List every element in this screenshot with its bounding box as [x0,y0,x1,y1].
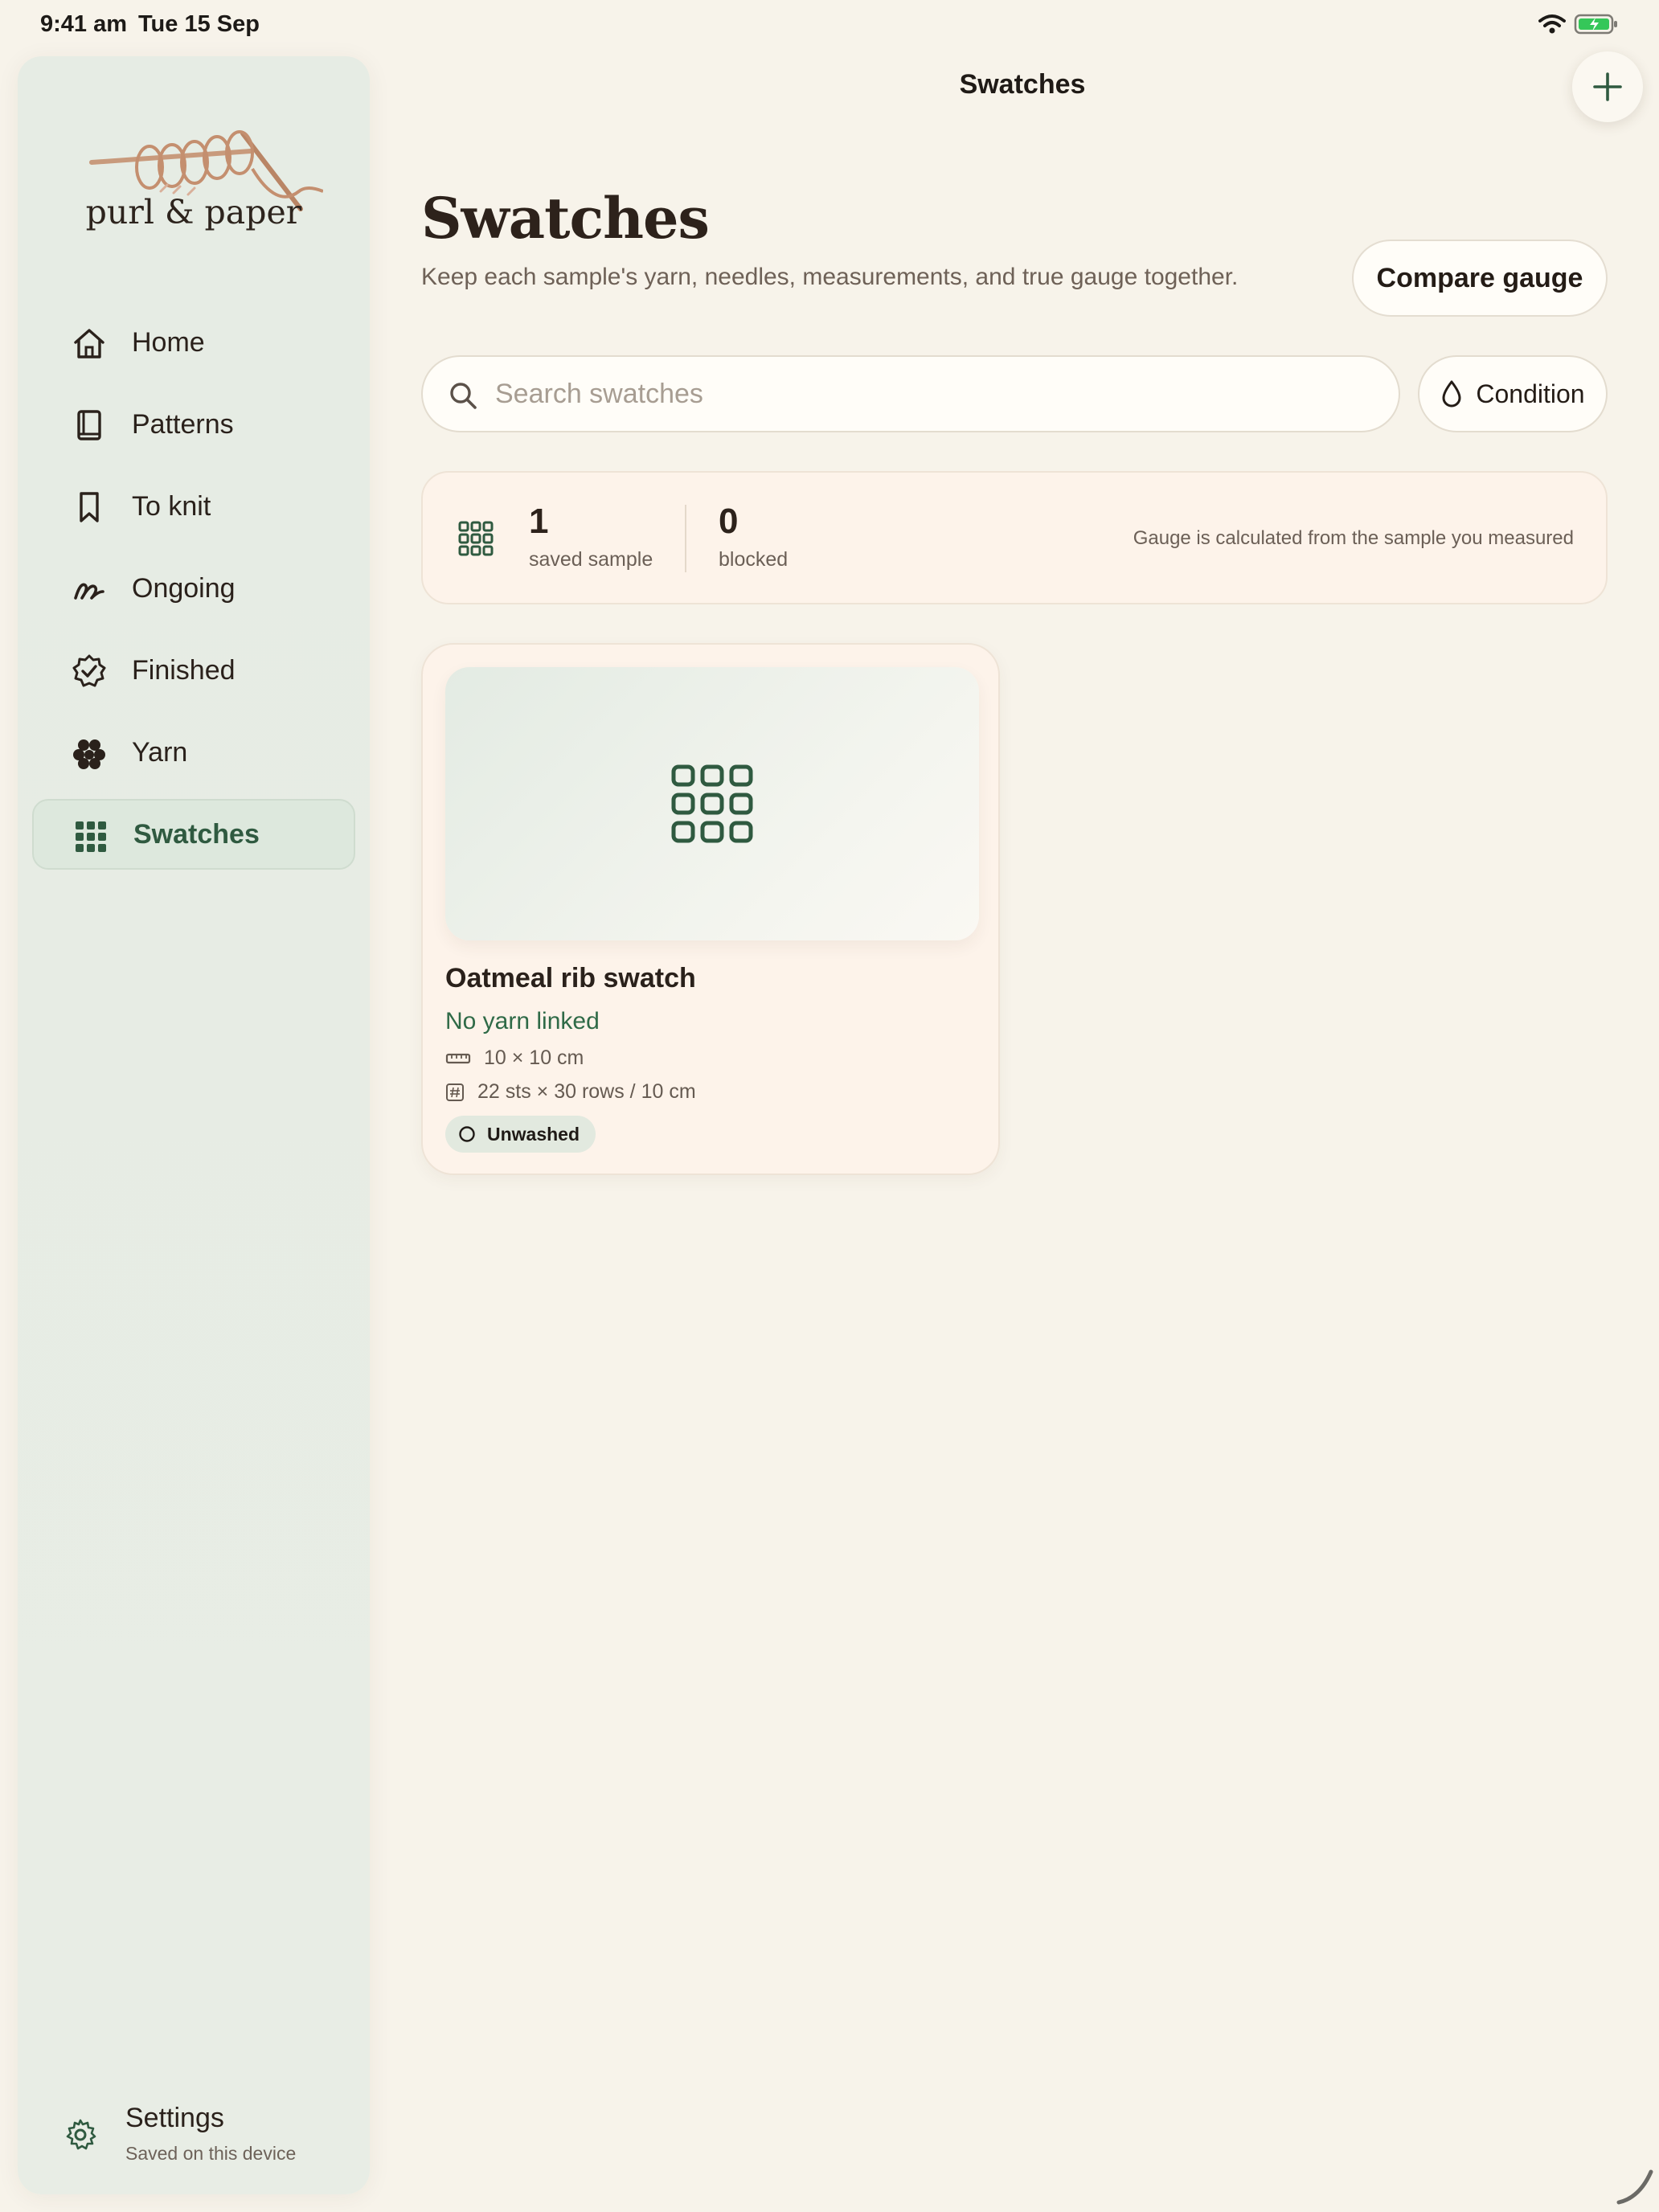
stats-note: Gauge is calculated from the sample you … [1133,527,1574,549]
bookmark-icon [71,489,108,526]
swatch-size-text: 10 × 10 cm [484,1047,584,1069]
status-icons [1538,13,1619,35]
stat-blocked-label: blocked [719,548,789,571]
search-bar [421,355,1400,432]
scribble-icon [71,571,108,608]
yarn-balls-icon [71,735,108,772]
grid-icon [72,818,109,855]
sidebar-item-label: Swatches [133,818,260,850]
search-icon [450,383,477,409]
swatch-grid-icon [458,521,494,556]
search-input[interactable] [495,371,1379,416]
stat-blocked: 0 blocked [719,502,788,571]
battery-charging-icon [1574,14,1617,35]
sidebar-nav: Home Patterns To knit Ongoing Finished Y… [32,307,355,881]
swatch-size: 10 × 10 cm [445,1047,584,1070]
sidebar-item-label: To knit [132,490,211,522]
topbar-title: Swatches [959,69,1086,100]
home-icon [71,325,108,362]
compare-gauge-button[interactable]: Compare gauge [1352,240,1608,317]
droplet-icon [1442,380,1461,408]
swatch-yarn-link: No yarn linked [445,1008,600,1034]
pencil-indicator-icon [1616,2169,1653,2205]
sidebar-item-label: Ongoing [132,572,236,604]
swatch-gauge-text: 22 sts × 30 rows / 10 cm [477,1080,696,1103]
sidebar-item-ongoing[interactable]: Ongoing [32,553,355,624]
status-badge: Unwashed [445,1116,596,1153]
circle-icon [459,1126,475,1142]
ruler-icon [445,1053,471,1063]
settings-button[interactable]: Settings Saved on this device [43,2095,349,2175]
settings-title: Settings [125,2103,224,2133]
sidebar-item-label: Yarn [132,736,188,768]
stats-summary: 1 saved sample 0 blocked Gauge is calcul… [421,471,1608,604]
settings-subtitle: Saved on this device [125,2143,297,2164]
gear-icon [63,2117,98,2153]
stats-divider [685,505,686,572]
add-swatch-button[interactable] [1572,51,1643,122]
swatch-gauge: 22 sts × 30 rows / 10 cm [445,1080,696,1104]
brand-name: purl & paper [85,193,302,231]
stat-saved-count: 1 [529,502,549,541]
sidebar-item-patterns[interactable]: Patterns [32,389,355,460]
hash-square-icon [446,1083,464,1101]
sidebar-item-label: Patterns [132,408,234,440]
status-badge-label: Unwashed [487,1123,580,1145]
page-subtitle: Keep each sample's yarn, needles, measur… [421,264,1239,290]
condition-filter-button[interactable]: Condition [1418,355,1608,432]
swatch-thumbnail [445,667,979,940]
check-badge-icon [71,653,108,690]
swatch-card[interactable]: Oatmeal rib swatch No yarn linked 10 × 1… [421,643,1000,1175]
stat-saved: 1 saved sample [529,502,653,571]
sidebar-item-swatches[interactable]: Swatches [32,799,355,870]
sidebar-item-yarn[interactable]: Yarn [32,717,355,788]
plus-icon [1593,72,1622,101]
book-icon [71,407,108,444]
sidebar: purl & paper Home Patterns To knit Ongoi… [18,56,370,2194]
swatch-placeholder-icon [671,764,753,843]
stat-saved-label: saved sample [529,548,653,571]
stat-blocked-count: 0 [719,502,739,541]
sidebar-item-to-knit[interactable]: To knit [32,471,355,542]
status-bar: 9:41 am Tue 15 Sep [0,0,1659,51]
sidebar-item-home[interactable]: Home [32,307,355,378]
condition-filter-label: Condition [1476,379,1585,408]
status-date: Tue 15 Sep [138,11,260,37]
sidebar-item-finished[interactable]: Finished [32,635,355,706]
sidebar-item-label: Finished [132,654,236,686]
page-title: Swatches [421,185,710,252]
wifi-icon [1538,14,1566,34]
sidebar-item-label: Home [132,326,205,358]
status-time: 9:41 am [40,11,128,37]
swatch-title: Oatmeal rib swatch [445,963,696,993]
